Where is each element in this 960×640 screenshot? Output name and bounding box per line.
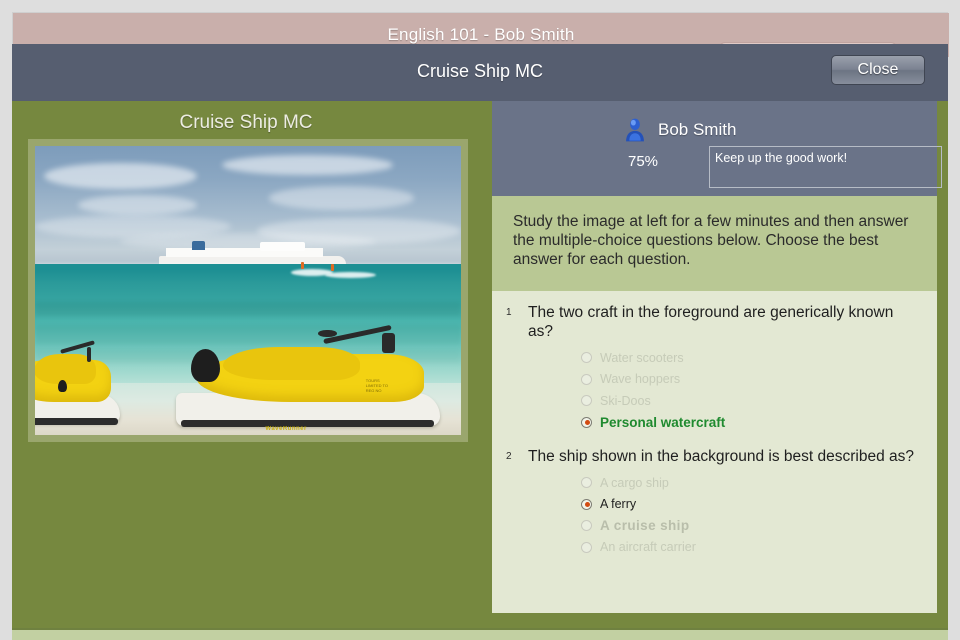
option-row[interactable]: A cruise ship bbox=[581, 515, 927, 537]
screen-root: English 101 - Bob Smith My Performance C… bbox=[0, 0, 960, 640]
option-row[interactable]: Wave hoppers bbox=[581, 369, 927, 391]
option-row-selected[interactable]: A ferry bbox=[581, 494, 927, 516]
rider-icon bbox=[331, 263, 335, 271]
option-label: A cargo ship bbox=[600, 475, 669, 490]
beach-photo: TOURS LIMITED TO REG NO WaveRunner bbox=[35, 146, 461, 435]
student-identity: Bob Smith bbox=[622, 117, 736, 143]
option-label: Ski-Doos bbox=[600, 393, 651, 408]
feedback-input[interactable] bbox=[709, 146, 942, 188]
user-icon bbox=[626, 118, 644, 142]
right-column: Bob Smith 75% Study the image at left fo… bbox=[480, 101, 948, 618]
image-pane: Cruise Ship MC TOURS LIMITED TO REG NO W… bbox=[12, 101, 480, 618]
radio-icon[interactable] bbox=[581, 373, 592, 385]
jetski-left-icon bbox=[35, 337, 121, 435]
radio-icon-selected[interactable] bbox=[581, 416, 592, 428]
modal-footer bbox=[12, 628, 948, 640]
modal-title: Cruise Ship MC bbox=[416, 61, 544, 81]
option-row[interactable]: Ski-Doos bbox=[581, 390, 927, 412]
options-list: A cargo ship A ferry A cruise ship An ai… bbox=[504, 472, 927, 558]
cloud-icon bbox=[222, 154, 393, 175]
radio-icon[interactable] bbox=[581, 477, 592, 489]
option-row[interactable]: A cargo ship bbox=[581, 472, 927, 494]
radio-icon-selected[interactable] bbox=[581, 498, 592, 510]
image-pane-title: Cruise Ship MC bbox=[179, 112, 313, 133]
student-panel: Bob Smith 75% bbox=[492, 101, 942, 196]
cloud-icon bbox=[269, 186, 415, 210]
photo-frame: TOURS LIMITED TO REG NO WaveRunner bbox=[28, 139, 468, 442]
question-block: 1 The two craft in the foreground are ge… bbox=[504, 303, 927, 433]
option-label: A cruise ship bbox=[600, 518, 690, 534]
student-name: Bob Smith bbox=[658, 120, 737, 139]
close-button[interactable]: Close bbox=[831, 55, 925, 85]
radio-icon[interactable] bbox=[581, 352, 592, 364]
questions-panel: 1 The two craft in the foreground are ge… bbox=[492, 291, 937, 613]
question-number: 1 bbox=[506, 307, 512, 318]
option-row-selected[interactable]: Personal watercraft bbox=[581, 412, 927, 434]
option-label: Personal watercraft bbox=[600, 414, 726, 430]
question-text: The ship shown in the background is best… bbox=[528, 448, 915, 465]
radio-icon[interactable] bbox=[581, 541, 592, 553]
radio-icon[interactable] bbox=[581, 395, 592, 407]
wake-icon bbox=[324, 271, 376, 279]
option-row[interactable]: Water scooters bbox=[581, 347, 927, 369]
cruise-ship-icon bbox=[158, 240, 346, 266]
modal-body: Cruise Ship MC TOURS LIMITED TO REG NO W… bbox=[12, 101, 948, 640]
question-block: 2 The ship shown in the background is be… bbox=[504, 447, 927, 558]
option-label: A ferry bbox=[600, 497, 637, 512]
option-label: An aircraft carrier bbox=[600, 540, 696, 555]
modal-header: Cruise Ship MC Close bbox=[12, 44, 948, 101]
jetski-right-icon: TOURS LIMITED TO REG NO WaveRunner bbox=[175, 324, 440, 435]
options-list: Water scooters Wave hoppers Ski-Doos Per… bbox=[504, 347, 927, 433]
question-text: The two craft in the foreground are gene… bbox=[528, 304, 894, 340]
option-row[interactable]: An aircraft carrier bbox=[581, 537, 927, 559]
photo-reef bbox=[35, 302, 461, 317]
activity-modal: Cruise Ship MC Close Cruise Ship MC TOUR… bbox=[12, 44, 948, 640]
radio-icon[interactable] bbox=[581, 520, 592, 532]
score-value: 75% bbox=[628, 153, 659, 170]
option-label: Water scooters bbox=[600, 350, 684, 365]
option-label: Wave hoppers bbox=[600, 372, 681, 387]
instructions-panel: Study the image at left for a few minute… bbox=[492, 196, 937, 291]
question-number: 2 bbox=[506, 451, 512, 462]
rider-icon bbox=[301, 262, 305, 270]
